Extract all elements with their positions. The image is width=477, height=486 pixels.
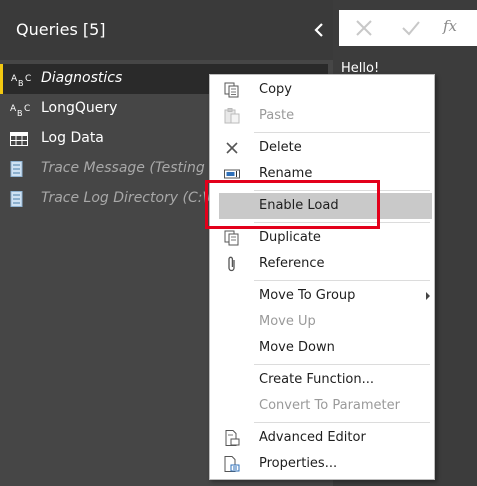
svg-text:B: B [18, 79, 24, 87]
commit-check-icon[interactable] [399, 17, 423, 39]
context-menu: Copy Paste Delete Rename Enable Load Dup… [209, 74, 435, 480]
menu-item-move-to-group[interactable]: Move To Group [218, 283, 434, 309]
query-label: Diagnostics [41, 70, 123, 86]
menu-item-label: Move Down [259, 340, 335, 355]
svg-text:C: C [24, 104, 30, 114]
menu-item-properties[interactable]: Properties... [218, 451, 434, 477]
menu-item-label: Paste [259, 108, 295, 123]
svg-text:C: C [25, 74, 31, 84]
duplicate-icon [224, 230, 240, 246]
formula-bar: fx [339, 10, 477, 46]
collapse-pane-chevron-icon[interactable] [311, 20, 327, 40]
menu-item-enable-load[interactable]: Enable Load [219, 193, 432, 219]
menu-item-rename[interactable]: Rename [218, 161, 434, 187]
query-label: Trace Message (Testing Lon [41, 160, 235, 176]
query-label: Log Data [41, 130, 104, 146]
menu-separator [254, 422, 430, 423]
menu-item-copy[interactable]: Copy [218, 77, 434, 103]
menu-item-label: Move To Group [259, 288, 356, 303]
menu-item-delete[interactable]: Delete [218, 135, 434, 161]
list-icon [10, 191, 30, 207]
queries-pane-header: Queries [5] [0, 0, 333, 60]
menu-separator [254, 364, 430, 365]
menu-item-label: Convert To Parameter [259, 398, 400, 413]
svg-text:B: B [17, 109, 23, 117]
properties-icon [224, 456, 240, 472]
text-type-icon: ABC [10, 101, 30, 118]
menu-item-label: Create Function... [259, 372, 375, 387]
svg-text:A: A [11, 74, 18, 84]
paste-icon [224, 108, 240, 124]
menu-separator [254, 190, 430, 191]
text-type-icon: ABC [11, 71, 31, 88]
menu-item-move-up[interactable]: Move Up [218, 309, 434, 335]
menu-item-reference[interactable]: Reference [218, 251, 434, 277]
delete-icon [224, 140, 240, 156]
list-icon [10, 161, 30, 177]
query-label: Trace Log Directory (C:\Us [41, 190, 225, 206]
menu-item-duplicate[interactable]: Duplicate [218, 225, 434, 251]
menu-separator [254, 132, 430, 133]
menu-item-label: Delete [259, 140, 302, 155]
copy-icon [224, 82, 240, 98]
fx-icon[interactable]: fx [443, 17, 467, 39]
table-icon [10, 131, 30, 147]
menu-item-move-down[interactable]: Move Down [218, 335, 434, 361]
menu-item-label: Rename [259, 166, 313, 181]
advanced-editor-icon [224, 430, 240, 446]
menu-item-label: Properties... [259, 456, 338, 471]
svg-text:A: A [10, 104, 17, 114]
menu-separator [254, 280, 430, 281]
menu-item-label: Duplicate [259, 230, 321, 245]
menu-item-label: Copy [259, 82, 292, 97]
paperclip-icon [224, 256, 240, 272]
menu-item-label: Enable Load [259, 198, 339, 213]
query-label: LongQuery [41, 100, 118, 116]
menu-item-label: Reference [259, 256, 325, 271]
menu-item-create-function[interactable]: Create Function... [218, 367, 434, 393]
rename-icon [224, 166, 240, 182]
menu-item-label: Advanced Editor [259, 430, 366, 445]
menu-item-paste[interactable]: Paste [218, 103, 434, 129]
queries-pane-title: Queries [5] [16, 20, 106, 39]
menu-item-label: Move Up [259, 314, 316, 329]
menu-item-convert-to-parameter[interactable]: Convert To Parameter [218, 393, 434, 419]
menu-separator [254, 222, 430, 223]
submenu-arrow-icon [426, 292, 430, 300]
menu-item-advanced-editor[interactable]: Advanced Editor [218, 425, 434, 451]
cancel-x-icon[interactable] [352, 17, 376, 39]
